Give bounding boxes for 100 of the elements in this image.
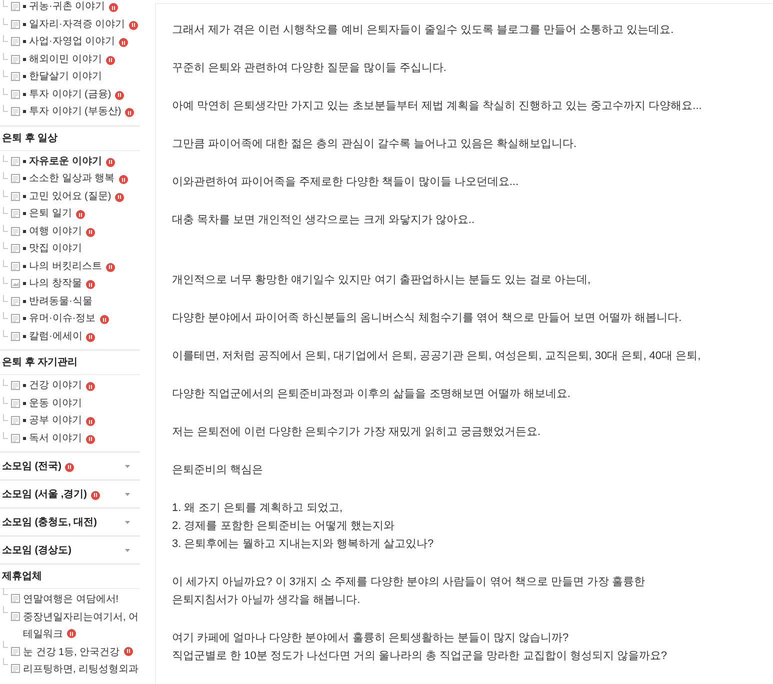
partner-link[interactable]: 중장년일자리는여기서, 어테일워크 (23, 608, 140, 644)
board-link[interactable]: 해외이민 이야기 (29, 52, 102, 67)
tree-line-icon (3, 35, 8, 42)
bullet-icon (23, 300, 26, 303)
board-link[interactable]: 투자 이야기 (금융) (29, 86, 112, 102)
menu-title: 소모임 (서울 ,경기) (2, 488, 87, 502)
bullet-icon (23, 402, 26, 405)
image-icon (11, 279, 20, 288)
document-icon (11, 296, 20, 306)
article-text: 다양한 직업군에서의 은퇴준비과정과 이후의 삶들을 조명해보면 어떨까 해보네요. (172, 387, 572, 402)
article-text: 꾸준히 은퇴와 관련하여 다양한 질문을 많이들 주십니다. (172, 61, 448, 76)
tree-line-icon (3, 224, 8, 232)
section-heading: 제휴업체 (0, 565, 140, 589)
article-text: 여기 카페에 얼마나 다양한 분야에서 훌륭히 은퇴생활하는 분들이 많지 않습니까? (172, 631, 570, 646)
tree-line-icon (3, 396, 8, 404)
board-link[interactable]: 여행 이야기 (29, 224, 82, 239)
board-link[interactable]: 소소한 일상과 행복 (29, 171, 115, 186)
board-link[interactable]: 나의 창작물 (29, 276, 82, 292)
collapsible-menu[interactable]: 소모임 (충청도, 대전) (0, 509, 140, 537)
article-text: 이와관련하여 파이어족을 주제로한 다양한 책들이 많이들 나오던데요... (172, 175, 520, 190)
partner-link[interactable]: 리프팅하면, 리팅성형외과 (23, 661, 139, 678)
board-link[interactable]: 투자 이야기 (부동산) (29, 104, 122, 120)
tree-line-icon (3, 588, 8, 595)
document-icon (11, 398, 20, 408)
document-icon (11, 72, 20, 82)
tree-line-icon (3, 606, 8, 612)
new-badge-icon (76, 210, 85, 220)
new-badge-icon (86, 417, 95, 426)
section-heading: 은퇴 후 일상 (0, 126, 140, 150)
document-icon (11, 107, 20, 116)
document-icon (11, 244, 20, 254)
bullet-icon (23, 75, 26, 78)
bullet-icon (23, 110, 26, 114)
tree-line-icon (3, 154, 8, 162)
document-icon (11, 37, 20, 46)
collapsible-menu[interactable]: 소모임 (전국) (0, 453, 140, 481)
bullet-icon (23, 58, 26, 61)
new-badge-icon (118, 175, 128, 184)
document-icon (11, 594, 20, 603)
board-link[interactable]: 칼럼·에세이 (29, 328, 82, 344)
tree-line-icon (3, 658, 8, 665)
board-link[interactable]: 유머·이슈·정보 (29, 311, 96, 326)
board-link[interactable]: 독서 이야기 (29, 430, 82, 446)
collapsible-menu[interactable]: 소모임 (서울 ,경기) (0, 481, 140, 509)
article-text: 그만큼 파이어족에 대한 젊은 층의 관심이 갈수록 늘어나고 있음은 확실해보입니다. (172, 137, 578, 152)
tree-line-icon (3, 0, 8, 8)
document-icon (11, 434, 20, 443)
article-text: 아예 막연히 은퇴생각만 가지고 있는 초보분들부터 제법 계획을 착실히 진행하고 있는 중고수까지 다양해요... (172, 99, 703, 114)
partner-link[interactable]: 눈 건강 1등, 안국건강 (23, 644, 133, 661)
board-link[interactable]: 반려동물·식물 (29, 294, 92, 309)
board-link[interactable]: 맛집 이야기 (29, 241, 82, 256)
bullet-icon (23, 212, 26, 216)
collapsible-menu[interactable]: 소모임 (경상도) (0, 537, 140, 565)
new-badge-icon (106, 262, 115, 272)
bullet-icon (23, 194, 26, 198)
tree-line-icon (3, 52, 8, 60)
tree-line-icon (3, 277, 8, 284)
tree-line-icon (3, 312, 8, 320)
new-badge-icon (100, 315, 109, 324)
board-link[interactable]: 은퇴 일기 (29, 206, 72, 222)
document-icon (11, 54, 20, 64)
document-icon (11, 612, 20, 620)
document-icon (11, 90, 20, 99)
board-link[interactable]: 건강 이야기 (29, 378, 82, 394)
article-text: 1. 왜 조기 은퇴를 계획하고 되었고, (172, 501, 344, 516)
tree-line-icon (3, 70, 8, 78)
board-link[interactable]: 사업·자영업 이야기 (29, 34, 116, 50)
menu-title: 소모임 (전국) (2, 460, 62, 474)
tree-line-icon (3, 414, 8, 422)
tree-line-icon (3, 640, 8, 648)
bullet-icon (23, 264, 26, 268)
document-icon (11, 664, 20, 673)
new-badge-icon (86, 332, 96, 342)
caret-icon (125, 520, 130, 524)
article-text: 다양한 분야에서 파이어족 하신분들의 옴니버스식 체험수기를 엮어 책으로 만들어 보면 어떨까 해봅니다. (172, 311, 683, 326)
tree-line-icon (3, 294, 8, 302)
tree-line-icon (3, 330, 8, 337)
document-icon (11, 20, 20, 29)
board-link[interactable]: 공부 이야기 (29, 413, 82, 428)
board-link[interactable]: 자유로운 이야기 (29, 154, 102, 169)
bullet-icon (23, 436, 26, 440)
new-badge-icon (86, 382, 95, 392)
document-icon (11, 209, 20, 218)
board-link[interactable]: 귀농·귀촌 이야기 (29, 0, 106, 14)
bullet-icon (23, 160, 26, 163)
tree-line-icon (3, 172, 8, 180)
menu-title: 소모임 (충청도, 대전) (2, 516, 97, 530)
caret-icon (125, 464, 130, 468)
bullet-icon (23, 384, 26, 388)
document-icon (11, 416, 20, 426)
board-link[interactable]: 일자리·자격증 이야기 (29, 16, 126, 32)
new-badge-icon (67, 629, 76, 638)
partner-link[interactable]: 연말여행은 여담에서! (23, 591, 119, 608)
bullet-icon (23, 92, 26, 96)
board-link[interactable]: 나의 버킷리스트 (29, 258, 102, 274)
board-link[interactable]: 고민 있어요 (질문) (29, 188, 112, 204)
new-badge-icon (115, 90, 124, 100)
tree-line-icon (3, 190, 8, 197)
board-link[interactable]: 한달살기 이야기 (29, 69, 102, 84)
board-link[interactable]: 운동 이야기 (29, 396, 82, 411)
